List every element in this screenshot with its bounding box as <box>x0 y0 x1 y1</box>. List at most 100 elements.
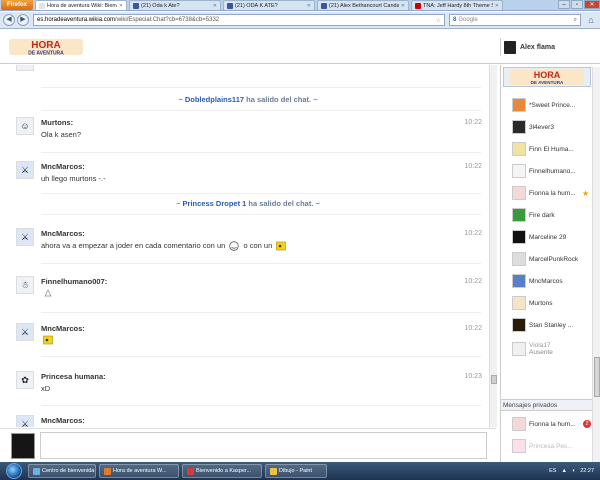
taskbar-button[interactable]: Bienvenido a Kasper... <box>182 464 262 478</box>
message-user[interactable]: MncMarcos: <box>41 229 85 238</box>
system-message: ~ Princess Dropet 1 ha salido del chat. … <box>176 199 320 208</box>
svg-text:DE AVENTURA: DE AVENTURA <box>28 51 64 57</box>
emoticon-icon <box>43 335 53 345</box>
message-time: 10:22 <box>464 278 482 285</box>
user-list-item[interactable]: Finnelhumano... <box>501 161 593 181</box>
window-controls: – ▫ ✕ <box>557 0 600 10</box>
hora-de-aventura-logo[interactable]: HORA DE AVENTURA <box>9 37 83 57</box>
user-list-item[interactable]: Finn El Huma... <box>501 139 593 159</box>
user-avatar <box>512 230 526 244</box>
browser-tab[interactable]: (21) Alex Bethancourt Canda... ✕ <box>317 0 409 10</box>
private-message-item[interactable]: Princesa Pes... <box>501 436 593 456</box>
divider <box>41 110 481 111</box>
close-tab-icon[interactable]: ✕ <box>307 3 311 9</box>
volume-icon[interactable]: ◖ <box>572 468 575 474</box>
browser-tab[interactable]: (21) Oda k Ate? ✕ <box>129 0 221 10</box>
close-tab-icon[interactable]: ✕ <box>119 3 123 9</box>
forward-arrow-icon[interactable]: ▶ <box>17 14 29 26</box>
user-list-item[interactable]: MncMarcos <box>501 271 593 291</box>
system-user[interactable]: Princess Dropet 1 <box>183 199 247 208</box>
close-tab-icon[interactable]: ✕ <box>495 3 499 9</box>
divider <box>41 87 481 88</box>
user-avatar <box>512 318 526 332</box>
character-icon[interactable]: ⚔ <box>16 323 34 341</box>
search-icon[interactable]: ⌕ <box>574 17 577 24</box>
user-list-item[interactable]: Marceline 29 <box>501 227 593 247</box>
message-user[interactable]: Finnelhumano007: <box>41 277 107 286</box>
character-icon[interactable]: ✿ <box>16 371 34 389</box>
user-list-item[interactable]: Murtons <box>501 293 593 313</box>
character-icon[interactable]: ⚔ <box>16 161 34 179</box>
character-icon[interactable]: ⚔ <box>16 228 34 246</box>
message-user[interactable]: Murtons: <box>41 118 73 127</box>
chat-scrollbar[interactable] <box>489 65 497 427</box>
troll-face-icon <box>229 241 240 251</box>
bookmark-star-icon[interactable]: ☆ <box>436 17 441 24</box>
message-text <box>41 288 55 298</box>
user-avatar <box>512 98 526 112</box>
user-list-item[interactable]: *Sweet Prince... <box>501 95 593 115</box>
self-avatar <box>11 433 35 459</box>
facebook-favicon-icon <box>227 2 233 9</box>
divider <box>41 263 481 264</box>
user-avatar <box>512 120 526 134</box>
tab-label: (21) Oda k Ate? <box>141 2 180 9</box>
scroll-thumb[interactable] <box>594 357 600 397</box>
user-name: *Sweet Prince... <box>529 101 576 109</box>
moderator-star-icon: ★ <box>582 188 590 198</box>
user-list-item[interactable]: Stan Stanley ... <box>501 315 593 335</box>
sidebar-scrollbar[interactable] <box>592 67 600 462</box>
paint-icon <box>270 467 277 475</box>
wiki-logo[interactable]: HORA DE AVENTURA <box>503 67 591 87</box>
system-user[interactable]: Dobledplains117 <box>185 95 244 104</box>
user-list-item[interactable]: Fionna la hum... ★ <box>501 183 593 203</box>
clock[interactable]: 22:27 <box>580 468 594 474</box>
minimize-icon[interactable]: – <box>558 0 570 9</box>
facebook-favicon-icon <box>321 2 327 9</box>
current-user[interactable]: Alex flama <box>500 38 600 56</box>
chat-input-bar <box>0 428 496 462</box>
user-avatar <box>512 186 526 200</box>
message-user[interactable]: MncMarcos: <box>41 416 85 425</box>
language-indicator[interactable]: ES <box>549 468 556 474</box>
user-list-item[interactable]: Viola17 Ausente <box>501 339 593 359</box>
firefox-menu-button[interactable]: Firefox <box>1 0 33 10</box>
browser-tab[interactable]: (21) ODA K ATE? ✕ <box>223 0 315 10</box>
message-input[interactable] <box>40 432 487 459</box>
message-user[interactable]: MncMarcos: <box>41 324 85 333</box>
character-icon[interactable]: ☺ <box>16 117 34 135</box>
tab-label: (21) ODA K ATE? <box>235 2 278 9</box>
browser-tab-bar: Firefox Hora de aventura Wiki: Bienv... … <box>0 0 600 11</box>
url-bar[interactable]: es.horadeaventura.wikia.com /wiki/Especi… <box>33 14 445 26</box>
network-icon[interactable]: ▲ <box>561 468 566 474</box>
browser-tab[interactable]: TNA: Jeff Hardy 8th Theme S... ✕ <box>411 0 503 10</box>
user-list-item[interactable]: MarcelPunkRock <box>501 249 593 269</box>
close-tab-icon[interactable]: ✕ <box>401 3 405 9</box>
message-user[interactable]: Princesa humana: <box>41 372 106 381</box>
close-tab-icon[interactable]: ✕ <box>213 3 217 9</box>
firefox-icon <box>104 467 111 475</box>
search-box[interactable]: 8 Google ⌕ <box>449 14 581 26</box>
user-name: Fionna la hum... <box>529 420 576 428</box>
user-list-item[interactable]: 3l4ever3 <box>501 117 593 137</box>
character-icon[interactable]: ⚔ <box>16 415 34 427</box>
close-window-icon[interactable]: ✕ <box>584 0 600 9</box>
back-arrow-icon[interactable]: ◀ <box>3 14 15 26</box>
windows-taskbar: Centro de bienvenida Hora de aventura W.… <box>0 462 600 480</box>
message-user[interactable]: MncMarcos: <box>41 162 85 171</box>
maximize-icon[interactable]: ▫ <box>571 0 583 9</box>
user-name: Fionna la hum... <box>529 189 576 197</box>
taskbar-button[interactable]: Hora de aventura W... <box>99 464 179 478</box>
home-icon[interactable]: ⌂ <box>585 14 597 26</box>
start-orb-icon[interactable] <box>6 463 22 479</box>
user-avatar <box>512 417 526 431</box>
taskbar-button[interactable]: Centro de bienvenida <box>28 464 96 478</box>
browser-tab[interactable]: Hora de aventura Wiki: Bienv... ✕ <box>35 0 127 10</box>
private-messages-header: Mensajes privados <box>501 399 593 411</box>
private-message-item[interactable]: Fionna la hum... 2 <box>501 414 593 434</box>
user-list-item[interactable]: Fire dark <box>501 205 593 225</box>
taskbar-button[interactable]: Dibujo - Paint <box>265 464 327 478</box>
message-time: 10:23 <box>464 373 482 380</box>
character-icon[interactable]: ☃ <box>16 276 34 294</box>
scroll-thumb[interactable] <box>491 375 497 384</box>
